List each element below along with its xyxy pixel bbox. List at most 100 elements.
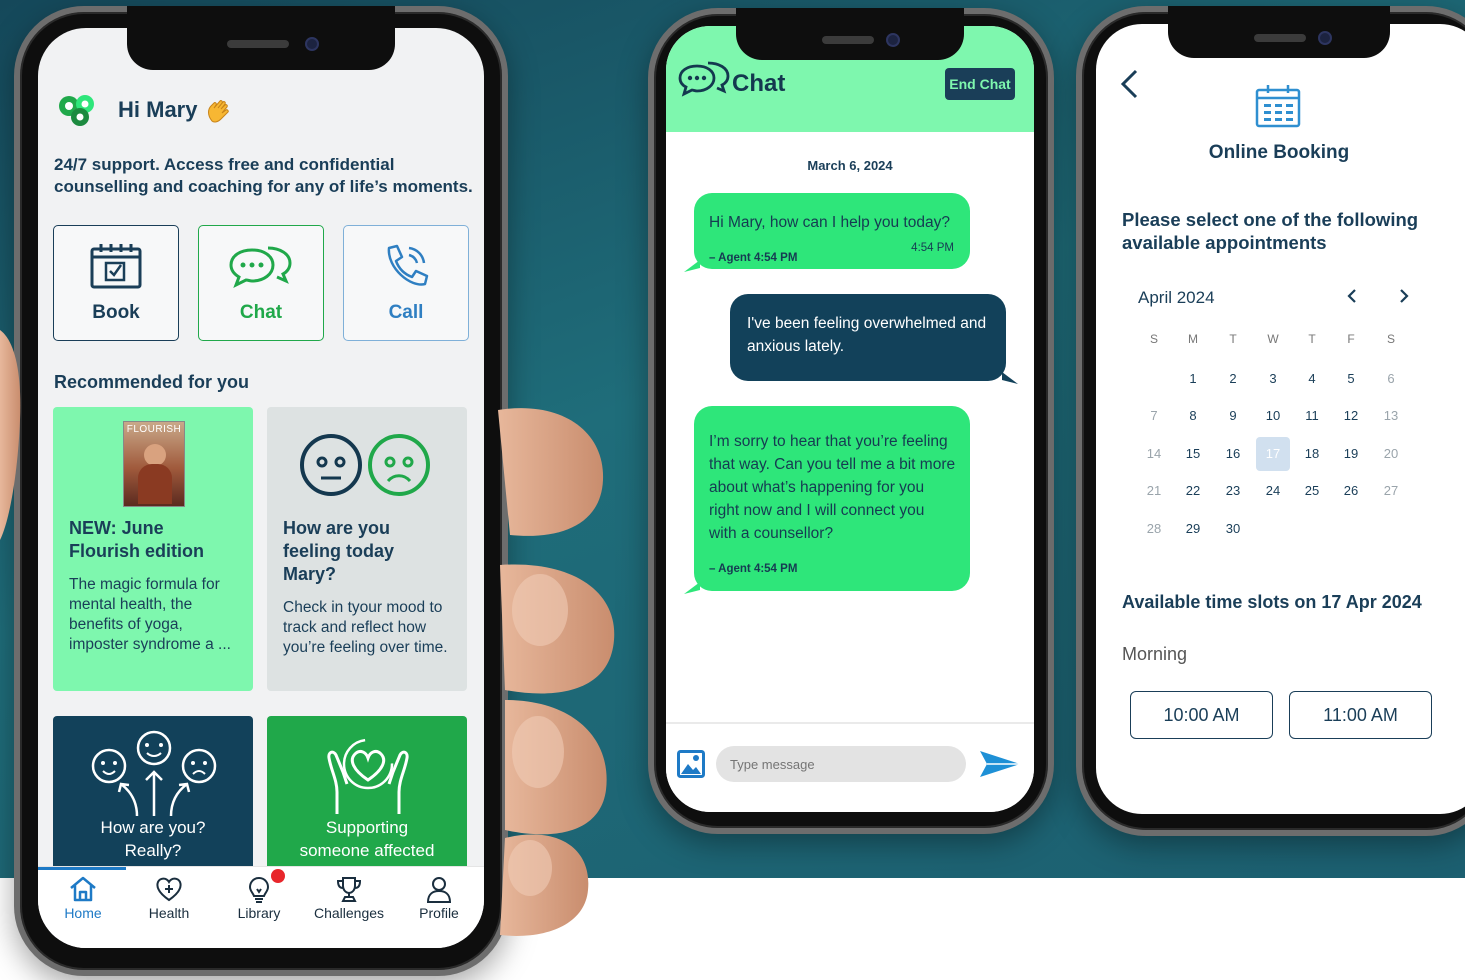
send-icon[interactable] (978, 749, 1022, 779)
phone-notch (127, 6, 395, 70)
calendar-day[interactable]: 4 (1295, 362, 1329, 396)
call-label: Call (388, 302, 424, 323)
calendar-day[interactable]: 3 (1256, 362, 1290, 396)
calendar-day[interactable]: 15 (1176, 437, 1210, 471)
chat-button[interactable]: Chat (198, 225, 324, 341)
home-screen: Hi Mary 24/7 support. Access free and co… (38, 28, 484, 948)
book-button[interactable]: Book (53, 225, 179, 341)
back-arrow-icon[interactable] (1118, 68, 1140, 100)
image-attach-icon[interactable] (677, 750, 705, 778)
calendar-day[interactable]: 29 (1176, 512, 1210, 546)
tab-label: Library (237, 905, 281, 921)
book-label: Book (92, 302, 140, 323)
calendar-day[interactable]: 28 (1137, 512, 1171, 546)
card-how-are-you[interactable]: How are you? Really? (53, 716, 253, 876)
calendar-day[interactable]: 26 (1334, 474, 1368, 508)
message-meta: – Agent 4:54 PM (709, 563, 798, 575)
card-body: Check in tyour mood to track and reflect… (283, 599, 448, 656)
heart-plus-icon (156, 877, 182, 902)
time-slot-button[interactable]: 10:00 AM (1130, 691, 1273, 739)
chat-date: March 6, 2024 (807, 158, 893, 173)
card-mood-checkin[interactable]: How are you feeling today Mary? Check in… (267, 407, 467, 691)
chat-bubbles-icon (678, 61, 730, 97)
calendar-day[interactable]: 8 (1176, 399, 1210, 433)
chat-label: Chat (239, 302, 283, 323)
calendar-day[interactable]: 2 (1216, 362, 1250, 396)
magazine-masthead: FLOURISH (126, 424, 182, 435)
phone-notch (1168, 6, 1390, 58)
phone-icon (387, 244, 429, 286)
calendar-day[interactable]: 23 (1216, 474, 1250, 508)
calendar-day[interactable]: 21 (1137, 474, 1171, 508)
next-month-icon[interactable] (1396, 286, 1412, 306)
calendar-month: April 2024 (1138, 288, 1215, 307)
lightbulb-icon (248, 876, 270, 903)
calendar-day[interactable]: 6 (1374, 362, 1408, 396)
active-tab-indicator (38, 867, 126, 870)
bottom-tab-bar: Home Health Library Challenges Profile (38, 866, 484, 948)
prev-month-icon[interactable] (1344, 286, 1360, 306)
calendar-day[interactable]: 11 (1295, 399, 1329, 433)
tab-label: Profile (419, 905, 459, 921)
person-icon (426, 877, 452, 903)
calendar-day[interactable]: 12 (1334, 399, 1368, 433)
calendar-day[interactable]: 25 (1295, 474, 1329, 508)
card-body: The magic formula for mental health, the… (69, 576, 231, 653)
calendar-icon (1255, 85, 1301, 128)
notification-badge (271, 869, 285, 883)
message-text: I've been feeling overwhelmed and anxiou… (747, 315, 987, 355)
calendar-day[interactable]: 27 (1374, 474, 1408, 508)
card-title: How are you? Really? (100, 818, 206, 860)
tab-challenges[interactable]: Challenges (304, 875, 394, 921)
message-meta: – Agent 4:54 PM (709, 252, 798, 264)
tab-profile[interactable]: Profile (394, 875, 484, 921)
calendar-icon (90, 244, 142, 289)
calendar-day[interactable]: 18 (1295, 437, 1329, 471)
weekday-label: F (1347, 332, 1355, 346)
calendar-day[interactable]: 5 (1334, 362, 1368, 396)
weekday-label: S (1386, 332, 1395, 346)
calendar-day[interactable]: 30 (1216, 512, 1250, 546)
card-title: NEW: June Flourish edition (69, 518, 204, 561)
calendar-day[interactable]: 22 (1176, 474, 1210, 508)
user-message: I've been feeling overwhelmed and anxiou… (730, 294, 1006, 381)
phone-notch (736, 8, 964, 60)
calendar-day[interactable]: 24 (1256, 474, 1290, 508)
people-faces-icon (91, 730, 217, 817)
calendar-day[interactable]: 16 (1216, 437, 1250, 471)
chat-bubbles-icon (229, 246, 292, 289)
weekday-label: T (1308, 332, 1316, 346)
home-icon (70, 876, 96, 902)
calendar-day[interactable]: 7 (1137, 399, 1171, 433)
message-text: I’m sorry to hear that you’re feeling th… (709, 433, 956, 542)
tab-label: Challenges (313, 905, 385, 921)
weekday-label: M (1188, 332, 1198, 346)
weekday-label: S (1149, 332, 1158, 346)
card-flourish[interactable]: FLOURISH NEW: June Flourish edition The … (53, 407, 253, 691)
message-input[interactable] (716, 746, 966, 782)
tab-home[interactable]: Home (38, 875, 128, 921)
weekday-label: T (1229, 332, 1237, 346)
tab-library[interactable]: Library (214, 869, 304, 921)
agent-message: Hi Mary, how can I help you today? 4:54 … (694, 193, 970, 269)
end-chat-button[interactable]: End Chat (945, 68, 1015, 100)
mood-faces-icon (300, 434, 430, 496)
booking-screen: Online Booking Please select one of the … (1096, 24, 1465, 814)
calendar-day[interactable]: 13 (1374, 399, 1408, 433)
calendar-day[interactable]: 1 (1176, 362, 1210, 396)
calendar-day[interactable]: 19 (1334, 437, 1368, 471)
time-slot-button[interactable]: 11:00 AM (1289, 691, 1432, 739)
calendar-day[interactable]: 14 (1137, 437, 1171, 471)
calendar-day[interactable]: 10 (1256, 399, 1290, 433)
magazine-cover-image: FLOURISH (123, 421, 185, 507)
chat-screen: Chat End Chat March 6, 2024 Hi Mary, how… (666, 26, 1034, 812)
call-button[interactable]: Call (343, 225, 469, 341)
calendar-day[interactable]: 20 (1374, 437, 1408, 471)
message-composer (666, 722, 1034, 812)
calendar-day-selected[interactable]: 17 (1256, 437, 1290, 471)
card-supporting[interactable]: Supporting someone affected (267, 716, 467, 876)
trophy-icon (336, 877, 362, 902)
tab-health[interactable]: Health (124, 875, 214, 921)
calendar-day[interactable]: 9 (1216, 399, 1250, 433)
tab-label: Home (64, 905, 102, 921)
